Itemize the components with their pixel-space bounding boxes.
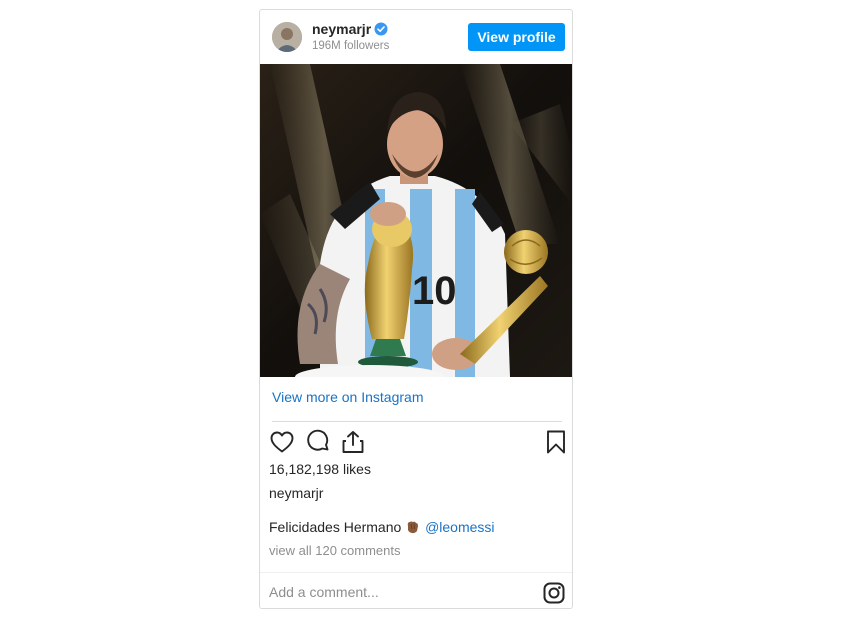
- avatar[interactable]: [272, 22, 302, 52]
- clapping-hands-emoji: [405, 520, 421, 534]
- divider: [272, 421, 562, 422]
- share-icon[interactable]: [339, 428, 367, 456]
- post-owner-username[interactable]: neymarjr: [269, 485, 323, 501]
- svg-text:10: 10: [412, 269, 457, 313]
- view-comments-link[interactable]: view all 120 comments: [269, 543, 401, 558]
- post-caption: Felicidades Hermano @leomessi: [269, 519, 495, 535]
- view-profile-button[interactable]: View profile: [468, 23, 565, 51]
- like-count: 16,182,198 likes: [269, 461, 371, 477]
- mention-link[interactable]: @leomessi: [425, 519, 494, 535]
- heart-icon[interactable]: [268, 428, 296, 456]
- follower-count: 196M followers: [312, 40, 390, 52]
- post-photo[interactable]: 10: [260, 64, 572, 377]
- view-more-link[interactable]: View more on Instagram: [272, 389, 423, 405]
- instagram-embed-card: neymarjr 196M followers View profile 10 …: [259, 9, 573, 609]
- post-header: neymarjr 196M followers View profile: [260, 10, 572, 64]
- verified-badge-icon: [374, 22, 388, 36]
- username[interactable]: neymarjr: [312, 21, 371, 37]
- caption-text: Felicidades Hermano: [269, 519, 402, 535]
- comment-input[interactable]: [269, 580, 529, 604]
- comment-icon[interactable]: [304, 428, 332, 456]
- instagram-icon[interactable]: [543, 582, 565, 604]
- divider: [260, 572, 572, 573]
- bookmark-icon[interactable]: [542, 428, 570, 456]
